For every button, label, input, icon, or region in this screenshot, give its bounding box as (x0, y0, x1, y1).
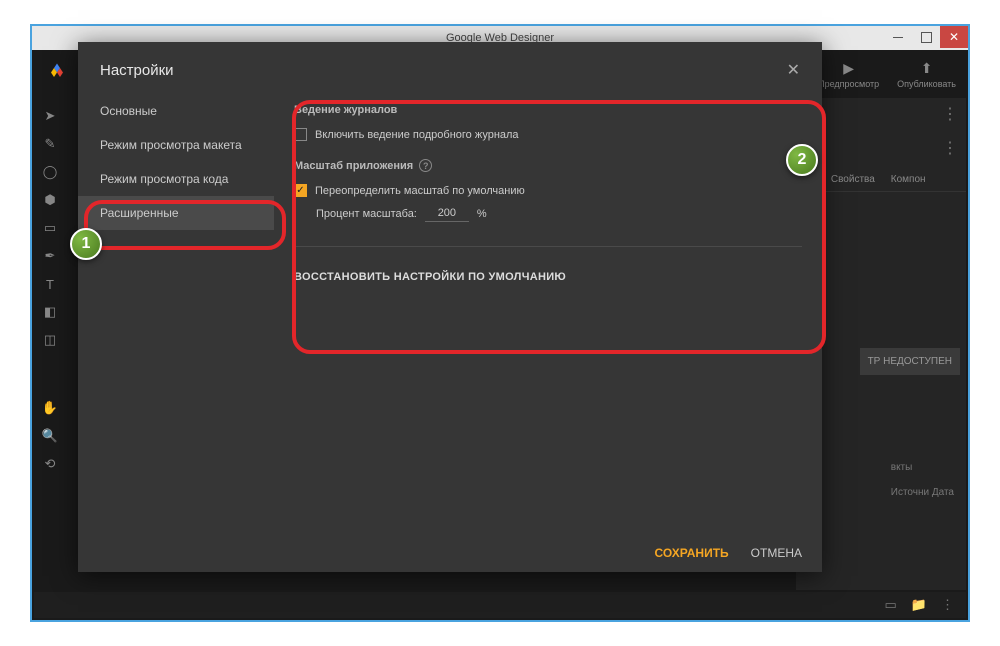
dialog-header: Настройки ✕ (78, 42, 822, 94)
checkbox-unchecked-icon[interactable] (294, 128, 307, 141)
enable-logging-label: Включить ведение подробного журнала (315, 129, 519, 141)
dialog-body: Основные Режим просмотра макета Режим пр… (78, 94, 822, 534)
brush-tool-icon[interactable]: ✎ (34, 130, 66, 158)
scale-percent-input[interactable] (425, 205, 469, 222)
app-logo-icon (48, 62, 66, 85)
pen-tool-icon[interactable]: ✒ (34, 242, 66, 270)
scale-percent-row: Процент масштаба: % (316, 205, 802, 222)
3d-tool-icon[interactable]: ◫ (34, 326, 66, 354)
reset-tool-icon[interactable]: ⟲ (34, 450, 66, 478)
folder-icon[interactable]: 📁 (911, 597, 927, 613)
percent-sign: % (477, 208, 487, 220)
sidebar-item-code-view[interactable]: Режим просмотра кода (78, 162, 274, 196)
window-controls (884, 26, 968, 48)
close-window-button[interactable] (940, 26, 968, 48)
unavailable-badge: ТР НЕДОСТУПЕН (860, 348, 960, 375)
play-icon: ▶ (818, 60, 879, 77)
more-icon[interactable]: ⋮ (942, 138, 958, 158)
logging-section-title: Ведение журналов (294, 104, 802, 116)
sidebar-item-advanced[interactable]: Расширенные (78, 196, 274, 230)
sidebar-item-basic[interactable]: Основные (78, 94, 274, 128)
pointer-tool-icon[interactable]: ➤ (34, 102, 66, 130)
tag-tool-icon[interactable]: ⬢ (34, 186, 66, 214)
shape-tool-icon[interactable]: ◯ (34, 158, 66, 186)
scale-percent-label: Процент масштаба: (316, 208, 417, 220)
sidebar-item-layout-view[interactable]: Режим просмотра макета (78, 128, 274, 162)
save-button[interactable]: СОХРАНИТЬ (655, 546, 729, 560)
restore-defaults-button[interactable]: ВОССТАНОВИТЬ НАСТРОЙКИ ПО УМОЛЧАНИЮ (294, 271, 802, 283)
override-scale-label: Переопределить масштаб по умолчанию (315, 185, 525, 197)
dialog-content: Ведение журналов Включить ведение подроб… (274, 94, 822, 534)
rect-tool-icon[interactable]: ▭ (34, 214, 66, 242)
help-icon[interactable]: ? (419, 159, 432, 172)
close-icon[interactable]: ✕ (787, 60, 800, 80)
checkbox-checked-icon[interactable] (294, 184, 307, 197)
publish-button[interactable]: ⬆ Опубликовать (897, 60, 956, 89)
dialog-footer: СОХРАНИТЬ ОТМЕНА (655, 546, 802, 560)
dialog-sidebar: Основные Режим просмотра макета Режим пр… (78, 94, 274, 534)
right-labels: вкты Источни Дата (891, 448, 954, 498)
fill-tool-icon[interactable]: ◧ (34, 298, 66, 326)
top-right-actions: ▶ Предпросмотр ⬆ Опубликовать (818, 60, 956, 89)
upload-icon: ⬆ (897, 60, 956, 77)
zoom-tool-icon[interactable]: 🔍 (34, 422, 66, 450)
doc-icon[interactable]: ▭ (885, 597, 897, 613)
left-toolbar: ➤ ✎ ◯ ⬢ ▭ ✒ T ◧ ◫ ✋ 🔍 ⟲ (34, 102, 66, 618)
marker-1: 1 (70, 228, 102, 260)
bottom-bar: ▭ 📁 ⋮ (34, 592, 966, 618)
scale-section-title: Масштаб приложения ? (294, 159, 802, 172)
enable-logging-checkbox-row[interactable]: Включить ведение подробного журнала (294, 128, 802, 141)
settings-dialog: Настройки ✕ Основные Режим просмотра мак… (78, 42, 822, 572)
text-tool-icon[interactable]: T (34, 270, 66, 298)
hand-tool-icon[interactable]: ✋ (34, 394, 66, 422)
preview-button[interactable]: ▶ Предпросмотр (818, 60, 879, 89)
divider (294, 246, 802, 247)
more-icon[interactable]: ⋮ (942, 104, 958, 124)
marker-2: 2 (786, 144, 818, 176)
dialog-title: Настройки (100, 62, 174, 79)
tab-properties[interactable]: Свойства (823, 168, 883, 191)
more-icon[interactable]: ⋮ (941, 597, 954, 613)
tab-components[interactable]: Компон (883, 168, 934, 191)
minimize-button[interactable] (884, 26, 912, 48)
cancel-button[interactable]: ОТМЕНА (751, 546, 802, 560)
maximize-button[interactable] (912, 26, 940, 48)
override-scale-checkbox-row[interactable]: Переопределить масштаб по умолчанию (294, 184, 802, 197)
